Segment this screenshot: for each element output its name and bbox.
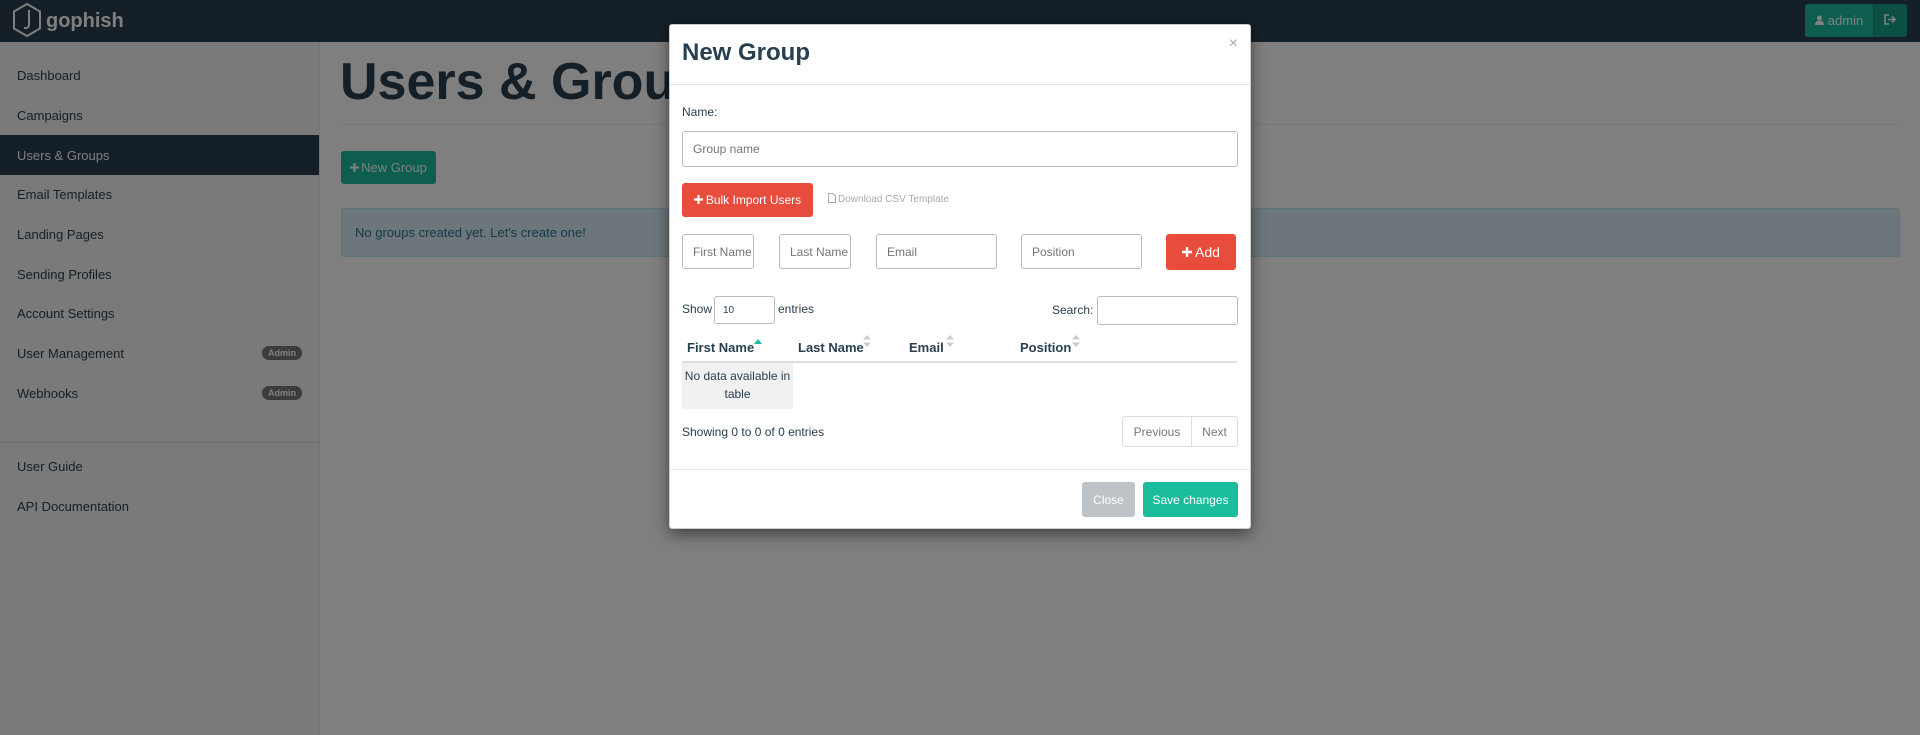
table-empty-message: No data available in table: [682, 363, 793, 409]
save-changes-button[interactable]: Save changes: [1143, 482, 1238, 517]
plus-icon: [693, 193, 703, 207]
sort-both-icon: [863, 334, 871, 351]
modal-title: New Group: [682, 39, 811, 66]
bulk-import-button[interactable]: Bulk Import Users: [682, 183, 813, 217]
sort-ascending-icon: [754, 334, 762, 349]
email-input[interactable]: [876, 234, 997, 269]
modal-header-divider: [670, 84, 1250, 85]
file-icon: [828, 193, 836, 206]
name-label: Name:: [682, 105, 718, 119]
show-label: Show: [682, 302, 713, 316]
csv-template-label: Download CSV Template: [838, 194, 949, 205]
column-header-last-name[interactable]: Last Name: [798, 340, 864, 355]
plus-icon: [1182, 244, 1193, 260]
close-button[interactable]: Close: [1082, 482, 1135, 517]
column-header-first-name[interactable]: First Name: [687, 340, 754, 355]
table-search-input[interactable]: [1097, 296, 1238, 325]
add-user-button[interactable]: Add: [1166, 234, 1236, 270]
next-page-button[interactable]: Next: [1192, 416, 1238, 447]
column-header-email[interactable]: Email: [909, 340, 944, 355]
sort-both-icon: [946, 334, 954, 351]
position-input[interactable]: [1021, 234, 1142, 269]
previous-page-button[interactable]: Previous: [1122, 416, 1192, 447]
new-group-modal: New Group × Name: Bulk Import Users Down…: [669, 24, 1251, 529]
download-csv-template-link[interactable]: Download CSV Template: [828, 193, 949, 206]
sort-both-icon: [1072, 334, 1080, 351]
table-pagination: Previous Next: [1122, 416, 1238, 447]
add-label: Add: [1195, 244, 1220, 260]
bulk-import-label: Bulk Import Users: [705, 193, 802, 207]
modal-footer-divider: [670, 469, 1250, 470]
entries-select[interactable]: [714, 296, 775, 324]
modal-close-icon[interactable]: ×: [1229, 35, 1238, 53]
table-info: Showing 0 to 0 of 0 entries: [682, 425, 825, 439]
column-header-position[interactable]: Position: [1020, 340, 1071, 355]
entries-label: entries: [778, 302, 815, 316]
search-label: Search:: [1052, 303, 1094, 317]
group-name-input[interactable]: [682, 131, 1238, 167]
last-name-input[interactable]: [779, 234, 851, 269]
first-name-input[interactable]: [682, 234, 754, 269]
